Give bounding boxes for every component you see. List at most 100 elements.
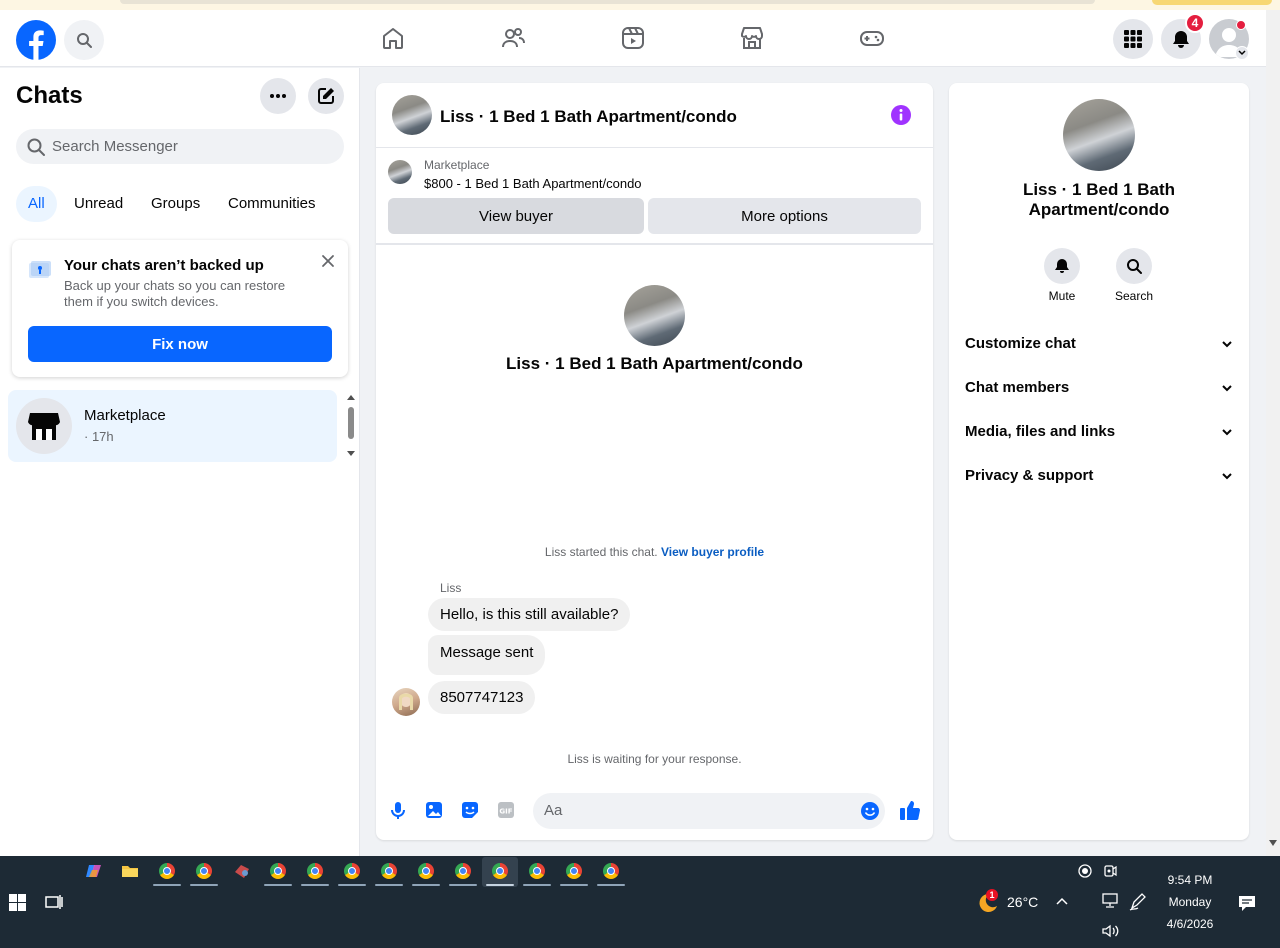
weather-alert-badge: 1 bbox=[986, 889, 998, 901]
backup-warning-card: Your chats aren’t backed up Back up your… bbox=[12, 240, 348, 377]
account-chevron-down-icon[interactable] bbox=[1235, 46, 1249, 60]
tab-communities[interactable]: Communities bbox=[216, 186, 328, 222]
chevron-up-icon[interactable] bbox=[1056, 897, 1068, 907]
conversation-title[interactable]: Liss · 1 Bed 1 Bath Apartment/condo bbox=[440, 107, 737, 127]
conversation-panel: Liss · 1 Bed 1 Bath Apartment/condo Mark… bbox=[376, 83, 933, 840]
search-messenger-input[interactable]: Search Messenger bbox=[16, 129, 344, 164]
intro-avatar bbox=[624, 285, 685, 346]
gif-icon[interactable]: GIF bbox=[497, 801, 515, 819]
chrome-icon[interactable] bbox=[418, 863, 442, 881]
page-scrollbar[interactable] bbox=[1266, 10, 1280, 856]
volume-icon[interactable] bbox=[1101, 923, 1119, 939]
listing-thumbnail[interactable] bbox=[388, 160, 412, 184]
marketplace-avatar bbox=[16, 398, 72, 454]
section-label: Privacy & support bbox=[965, 467, 1094, 484]
sticker-icon[interactable] bbox=[461, 801, 479, 819]
more-options-icon[interactable] bbox=[260, 78, 296, 114]
message-bubble[interactable]: Hello, is this still available? bbox=[428, 598, 631, 631]
privacy-support-section[interactable]: Privacy & support bbox=[965, 467, 1233, 487]
fix-now-button[interactable]: Fix now bbox=[28, 326, 332, 362]
chat-members-section[interactable]: Chat members bbox=[965, 379, 1233, 399]
waiting-notice: Liss is waiting for your response. bbox=[567, 752, 742, 766]
facebook-logo-icon[interactable] bbox=[16, 20, 56, 60]
task-view-icon[interactable] bbox=[45, 894, 63, 910]
media-files-links-section[interactable]: Media, files and links bbox=[965, 423, 1233, 443]
section-label: Media, files and links bbox=[965, 423, 1116, 440]
copilot-icon[interactable] bbox=[85, 863, 109, 881]
photo-icon[interactable] bbox=[425, 801, 443, 819]
browser-top-strip bbox=[0, 0, 1280, 10]
top-navigation: 4 bbox=[0, 10, 1266, 67]
chat-details-panel: Liss · 1 Bed 1 Bath Apartment/condo Mute… bbox=[949, 83, 1249, 840]
chrome-icon[interactable] bbox=[455, 863, 479, 881]
marketplace-icon[interactable] bbox=[739, 25, 765, 51]
emoji-icon[interactable] bbox=[860, 801, 880, 821]
weather-temperature[interactable]: 26°C bbox=[1007, 894, 1038, 910]
chrome-icon[interactable] bbox=[270, 863, 294, 881]
chrome-icon[interactable] bbox=[381, 863, 405, 881]
microphone-icon[interactable] bbox=[389, 801, 407, 819]
more-options-button[interactable]: More options bbox=[648, 198, 921, 234]
message-input[interactable]: Aa bbox=[533, 793, 885, 829]
app-icon[interactable] bbox=[233, 863, 257, 881]
mute-label: Mute bbox=[1048, 289, 1076, 303]
gaming-icon[interactable] bbox=[859, 25, 885, 51]
chrome-icon[interactable] bbox=[196, 863, 220, 881]
tab-unread[interactable]: Unread bbox=[62, 186, 135, 222]
taskbar-underline bbox=[375, 884, 403, 886]
home-icon[interactable] bbox=[380, 25, 406, 51]
message-bubble[interactable]: Message sent bbox=[428, 635, 546, 675]
taskbar-underline bbox=[597, 884, 625, 886]
mute-bell-icon[interactable] bbox=[1044, 248, 1080, 284]
message-bubble[interactable]: 8507747123 bbox=[428, 681, 536, 714]
chrome-icon[interactable] bbox=[603, 863, 627, 881]
chat-header-avatar[interactable] bbox=[392, 95, 432, 135]
friends-icon[interactable] bbox=[500, 25, 526, 51]
chats-sidebar: Chats Search Messenger All Unread Groups… bbox=[0, 68, 360, 856]
record-icon[interactable] bbox=[1078, 864, 1092, 878]
listing-text[interactable]: $800 - 1 Bed 1 Bath Apartment/condo bbox=[424, 176, 642, 191]
svg-text:GIF: GIF bbox=[499, 808, 512, 816]
chrome-icon[interactable] bbox=[492, 863, 516, 881]
close-icon[interactable] bbox=[320, 253, 336, 269]
tab-groups[interactable]: Groups bbox=[139, 186, 212, 222]
intro-name: Liss · 1 Bed 1 Bath Apartment/condo bbox=[506, 354, 803, 373]
chrome-icon[interactable] bbox=[566, 863, 590, 881]
chats-title: Chats bbox=[16, 82, 83, 109]
details-avatar[interactable] bbox=[1063, 99, 1135, 171]
section-label: Customize chat bbox=[965, 335, 1076, 352]
tab-all[interactable]: All bbox=[16, 186, 57, 222]
sender-name: Liss bbox=[440, 581, 462, 595]
scrollbar[interactable] bbox=[344, 390, 358, 462]
chrome-icon[interactable] bbox=[159, 863, 183, 881]
view-buyer-button[interactable]: View buyer bbox=[388, 198, 644, 234]
taskbar-underline bbox=[301, 884, 329, 886]
chat-name: Marketplace bbox=[84, 407, 166, 424]
view-buyer-profile-link[interactable]: View buyer profile bbox=[661, 545, 764, 559]
windows-start-icon[interactable] bbox=[9, 894, 26, 911]
backup-title: Your chats aren’t backed up bbox=[64, 257, 264, 274]
search-icon[interactable] bbox=[1116, 248, 1152, 284]
chrome-icon[interactable] bbox=[529, 863, 553, 881]
search-icon[interactable] bbox=[64, 20, 104, 60]
file-explorer-icon[interactable] bbox=[121, 863, 145, 881]
notification-center-icon[interactable] bbox=[1238, 894, 1256, 912]
sender-avatar[interactable] bbox=[392, 688, 420, 716]
chrome-icon[interactable] bbox=[307, 863, 331, 881]
meet-icon[interactable] bbox=[1103, 864, 1117, 878]
pen-icon[interactable] bbox=[1129, 893, 1147, 911]
network-icon[interactable] bbox=[1101, 893, 1119, 909]
chrome-icon[interactable] bbox=[344, 863, 368, 881]
clock-day[interactable]: Monday bbox=[1160, 895, 1220, 909]
clock-date[interactable]: 4/6/2026 bbox=[1160, 917, 1220, 931]
backup-icon bbox=[28, 260, 52, 280]
taskbar-underline bbox=[560, 884, 588, 886]
customize-chat-section[interactable]: Customize chat bbox=[965, 335, 1233, 355]
menu-grid-icon[interactable] bbox=[1113, 19, 1153, 59]
video-icon[interactable] bbox=[620, 25, 646, 51]
info-icon[interactable] bbox=[891, 105, 911, 125]
new-message-icon[interactable] bbox=[308, 78, 344, 114]
clock-time[interactable]: 9:54 PM bbox=[1160, 873, 1220, 887]
chat-list-item[interactable]: Marketplace · 17h bbox=[8, 390, 337, 462]
like-icon[interactable] bbox=[899, 799, 921, 821]
